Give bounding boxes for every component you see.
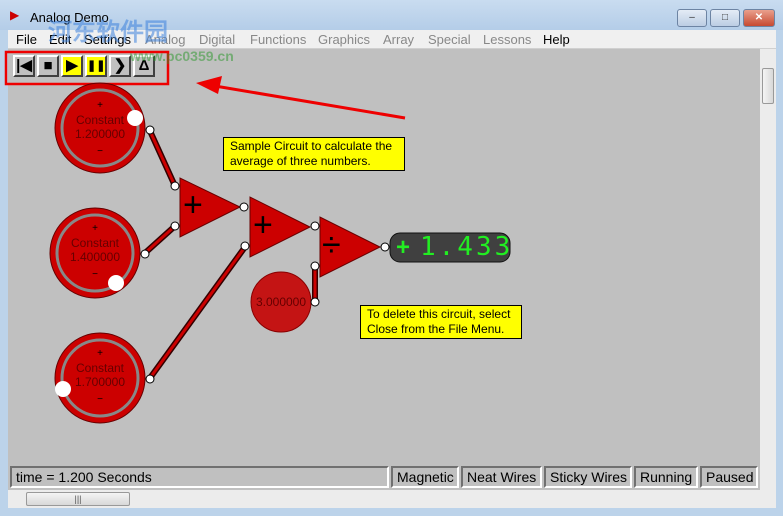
annotation-arrow: [196, 76, 406, 120]
status-bar: time = 1.200 Seconds Magnetic Neat Wires…: [8, 464, 760, 490]
horizontal-scroll-thumb[interactable]: |||: [26, 492, 130, 506]
knob-2-text: + Constant 1.400000 −: [55, 222, 135, 282]
knob-value: 1.700000: [74, 375, 126, 389]
running-status[interactable]: Running: [634, 466, 698, 488]
display-value: 1.433: [420, 232, 514, 262]
constant-value: 3.000000: [255, 295, 307, 309]
decrease-icon[interactable]: −: [60, 145, 140, 159]
knob-1-text: + Constant 1.200000 −: [60, 99, 140, 159]
magnetic-toggle[interactable]: Magnetic: [391, 466, 459, 488]
knob-label: Constant: [75, 361, 125, 375]
divider-symbol: ÷: [322, 226, 341, 264]
knob-3-text: + Constant 1.700000 −: [60, 347, 140, 407]
toolbar-highlight: [4, 50, 170, 86]
time-readout: time = 1.200 Seconds: [10, 466, 389, 488]
knob-label: Constant: [75, 113, 125, 127]
note-sample-circuit: Sample Circuit to calculate the average …: [223, 137, 405, 171]
sticky-wires-toggle[interactable]: Sticky Wires: [544, 466, 632, 488]
vertical-scroll-thumb[interactable]: [762, 68, 774, 104]
increase-icon[interactable]: +: [60, 99, 140, 113]
adder-1-symbol: +: [183, 186, 203, 224]
paused-status[interactable]: Paused: [700, 466, 758, 488]
increase-icon[interactable]: +: [55, 222, 135, 236]
knob-value: 1.200000: [74, 127, 126, 141]
increase-icon[interactable]: +: [60, 347, 140, 361]
neat-wires-toggle[interactable]: Neat Wires: [461, 466, 542, 488]
note-delete-circuit: To delete this circuit, select Close fro…: [360, 305, 522, 339]
knob-value: 1.400000: [69, 250, 121, 264]
decrease-icon[interactable]: −: [55, 268, 135, 282]
decrease-icon[interactable]: −: [60, 393, 140, 407]
knob-label: Constant: [70, 236, 120, 250]
adder-2-symbol: +: [253, 206, 273, 244]
vertical-scrollbar[interactable]: [760, 49, 776, 490]
display-sign: +: [396, 234, 411, 261]
